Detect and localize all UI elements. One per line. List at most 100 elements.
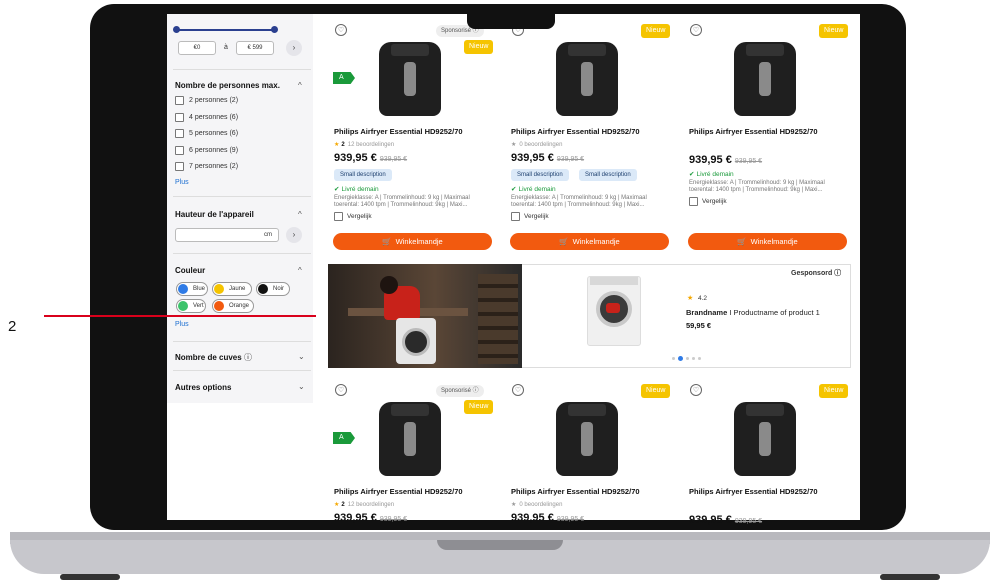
old-price: 939,95 € xyxy=(379,516,408,523)
annotation-number: 2 xyxy=(8,318,17,335)
banner-product-name[interactable]: Brandname I Productname of product 1 xyxy=(686,308,820,317)
laptop-foot-right xyxy=(880,574,940,580)
current-price: 939,95 € xyxy=(511,512,554,524)
height-apply-button[interactable]: › xyxy=(286,227,302,243)
add-to-cart-button[interactable]: 🛒 Winkelmandje xyxy=(510,233,669,250)
rating-value: 2 xyxy=(341,142,345,148)
persons-filter-title[interactable]: Nombre de personnes max. xyxy=(175,81,280,90)
cart-icon: 🛒 xyxy=(382,237,392,246)
airfryer-product-image[interactable] xyxy=(728,38,802,118)
compare-checkbox[interactable] xyxy=(689,197,698,206)
color-chip[interactable]: Vert xyxy=(176,299,206,313)
color-chip[interactable]: Jaune xyxy=(212,282,252,296)
current-price: 939,95 € xyxy=(511,152,554,164)
heart-icon[interactable]: ♡ xyxy=(690,384,702,396)
persons-checkbox[interactable] xyxy=(175,129,184,138)
add-to-cart-button[interactable]: 🛒 Winkelmandje xyxy=(688,233,847,250)
delivery-status: ✔ Livré demain xyxy=(689,170,734,178)
chevron-up-icon[interactable]: ^ xyxy=(298,81,302,90)
color-chip[interactable]: Orange xyxy=(212,299,254,313)
persons-option-label: 7 personnes (2) xyxy=(189,163,239,170)
old-price: 939,95 € xyxy=(379,156,408,163)
banner-rating: 4.2 xyxy=(698,295,708,302)
persons-more-link[interactable]: Plus xyxy=(175,179,189,186)
color-swatch-icon xyxy=(178,301,188,311)
airfryer-product-image[interactable] xyxy=(373,38,447,118)
check-icon: ✔ xyxy=(334,186,340,193)
banner-lifestyle-photo[interactable] xyxy=(328,264,522,368)
compare-checkbox[interactable] xyxy=(511,212,520,221)
product-title[interactable]: Philips Airfryer Essential HD9252/70 xyxy=(689,127,818,136)
rating-value: 2 xyxy=(341,502,345,508)
laptop-groove xyxy=(437,540,563,550)
new-badge: Nieuw xyxy=(819,384,849,398)
product-rating: ★ 2 12 beoordelingen xyxy=(334,501,394,508)
price-min-input[interactable]: €0 xyxy=(178,41,216,55)
other-options-title[interactable]: Autres options xyxy=(175,383,231,392)
persons-checkbox[interactable] xyxy=(175,96,184,105)
star-icon: ★ xyxy=(334,142,340,148)
review-count: 12 beoordelingen xyxy=(347,502,395,508)
energy-label-badge[interactable]: A xyxy=(333,432,355,444)
product-rating: ★ 0 beoordelingen xyxy=(511,141,562,148)
description-tag: Small description xyxy=(579,169,637,181)
heart-icon[interactable]: ♡ xyxy=(690,24,702,36)
product-title[interactable]: Philips Airfryer Essential HD9252/70 xyxy=(334,487,463,496)
compare-label: Vergelijk xyxy=(524,213,549,220)
delivery-text: Livré demain xyxy=(518,186,556,193)
price-slider-max-handle[interactable] xyxy=(271,26,278,33)
heart-icon[interactable]: ♡ xyxy=(335,24,347,36)
color-more-link[interactable]: Plus xyxy=(175,321,189,328)
height-filter-title[interactable]: Hauteur de l'appareil xyxy=(175,210,254,219)
color-swatch-icon xyxy=(178,284,188,294)
airfryer-product-image[interactable] xyxy=(373,398,447,478)
color-chip[interactable]: Blue xyxy=(176,282,208,296)
product-price: 939,95 €939,95 € xyxy=(511,152,584,164)
old-price: 939,95 € xyxy=(556,156,585,163)
price-slider-track[interactable] xyxy=(176,29,276,31)
chevron-up-icon[interactable]: ^ xyxy=(298,210,302,219)
delivery-status: ✔ Livré demain xyxy=(334,185,379,193)
product-price: 939,95 €939,95 € xyxy=(511,512,584,524)
energy-label-badge[interactable]: A xyxy=(333,72,355,84)
sponsored-label[interactable]: Sponsorisé ⓘ xyxy=(436,385,484,397)
add-to-cart-button[interactable]: 🛒 Winkelmandje xyxy=(333,233,492,250)
color-chip[interactable]: Noir xyxy=(256,282,290,296)
divider xyxy=(173,196,311,197)
delivery-text: Livré demain xyxy=(696,171,734,178)
persons-checkbox[interactable] xyxy=(175,145,184,155)
height-input[interactable]: cm xyxy=(175,228,279,242)
compare-checkbox[interactable] xyxy=(334,212,343,221)
chevron-up-icon[interactable]: ^ xyxy=(298,266,302,275)
banner-product-image[interactable] xyxy=(587,276,641,346)
persons-option-label: 6 personnes (9) xyxy=(189,146,239,154)
description-tag: Small description xyxy=(511,169,569,181)
heart-icon[interactable]: ♡ xyxy=(512,384,524,396)
color-filter-title[interactable]: Couleur xyxy=(175,266,205,275)
product-title[interactable]: Philips Airfryer Essential HD9252/70 xyxy=(689,487,818,496)
product-title[interactable]: Philips Airfryer Essential HD9252/70 xyxy=(511,487,640,496)
product-title[interactable]: Philips Airfryer Essential HD9252/70 xyxy=(511,127,640,136)
star-icon: ★ xyxy=(687,295,694,302)
compare-label: Vergelijk xyxy=(702,198,727,205)
product-price: 939,95 €939,95 € xyxy=(689,154,762,166)
price-slider-min-handle[interactable] xyxy=(173,26,180,33)
price-apply-button[interactable]: › xyxy=(286,40,302,56)
airfryer-product-image[interactable] xyxy=(728,398,802,478)
persons-checkbox[interactable] xyxy=(175,162,184,171)
airfryer-product-image[interactable] xyxy=(550,38,624,118)
heart-icon[interactable]: ♡ xyxy=(335,384,347,396)
new-badge: Nieuw xyxy=(819,24,849,38)
cart-label: Winkelmandje xyxy=(395,237,443,246)
chevron-down-icon[interactable]: ⌄ xyxy=(298,352,305,361)
persons-option-label: 4 personnes (6) xyxy=(189,113,239,121)
airfryer-product-image[interactable] xyxy=(550,398,624,478)
product-title[interactable]: Philips Airfryer Essential HD9252/70 xyxy=(334,127,463,136)
price-max-input[interactable]: € 599 xyxy=(236,41,274,55)
persons-checkbox[interactable] xyxy=(175,112,184,122)
tanks-filter-title[interactable]: Nombre de cuves ⓘ xyxy=(175,352,252,363)
chevron-down-icon[interactable]: ⌄ xyxy=(298,382,305,391)
banner-sponsored-label[interactable]: Gesponsord ⓘ xyxy=(791,268,841,278)
info-icon: ⓘ xyxy=(243,353,252,362)
current-price: 939,95 € xyxy=(334,152,377,164)
